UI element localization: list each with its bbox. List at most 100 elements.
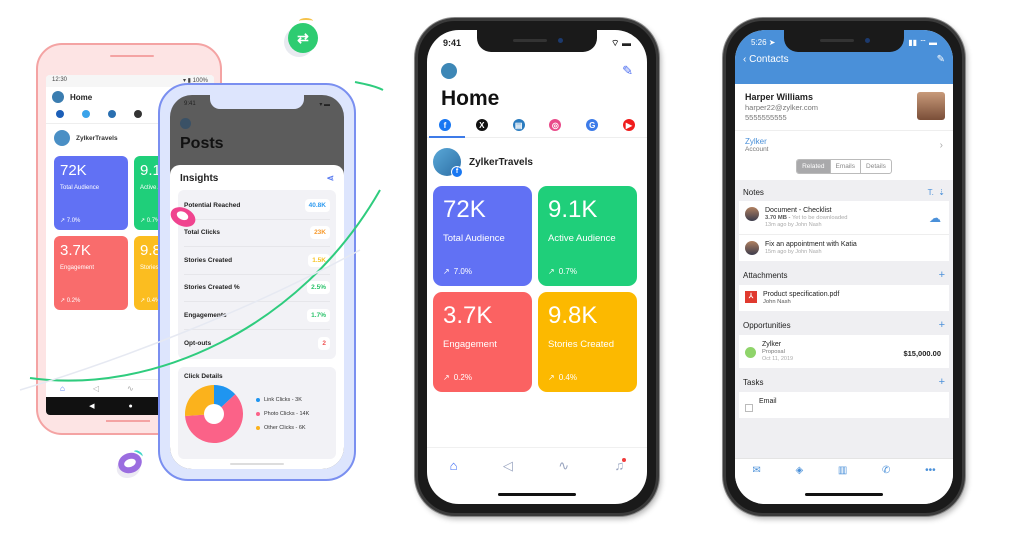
account-row[interactable]: Zylker Account › xyxy=(735,130,953,157)
opportunity-date: Oct 11, 2019 xyxy=(762,356,794,362)
insight-value: 40.8K xyxy=(304,198,330,212)
legend-item: Photo Clicks - 14K xyxy=(256,411,309,417)
trend-up-icon: ↗ xyxy=(443,267,450,276)
note-size: 3.70 MB - Yet to be downloaded xyxy=(765,215,848,221)
tab-youtube[interactable]: ▶ xyxy=(622,119,635,131)
tab-facebook[interactable]: f xyxy=(439,119,451,131)
legend-item: Link Clicks - 3K xyxy=(256,397,309,403)
megaphone-icon[interactable]: ◁ xyxy=(93,384,99,393)
bell-icon[interactable]: ♫ xyxy=(615,458,627,474)
stat-label: Engagement xyxy=(443,339,497,350)
map-icon[interactable]: ▥ xyxy=(838,465,847,504)
home-icon[interactable]: ⌂ xyxy=(60,384,65,393)
contact-photo xyxy=(917,92,945,120)
attachments-list: ⅄ Product specification.pdf John Nash xyxy=(739,285,949,311)
compose-icon[interactable]: ✎ xyxy=(622,63,633,79)
tab-instagram[interactable] xyxy=(134,110,142,118)
tab-x[interactable]: X xyxy=(475,119,488,131)
insight-value: 1.5K xyxy=(308,253,330,267)
edit-pencil-icon[interactable]: ✎ xyxy=(937,54,945,65)
more-icon[interactable]: ••• xyxy=(925,465,936,504)
stat-trend: ↗ 0.7% xyxy=(548,267,577,276)
stat-card-active-audience[interactable]: 9.1K Active Audience ↗ 0.7% xyxy=(538,186,637,286)
megaphone-icon[interactable]: ◁ xyxy=(503,458,513,474)
segment-emails[interactable]: Emails xyxy=(831,160,862,173)
activity-icon[interactable]: ∿ xyxy=(558,458,569,474)
tab-instagram[interactable]: ◎ xyxy=(549,119,562,131)
stat-card[interactable]: 72K Total Audience ↗ 7.0% xyxy=(54,156,128,230)
task-checkbox[interactable] xyxy=(745,404,753,412)
top-bar: ✎ xyxy=(427,57,647,85)
home-button-icon[interactable]: ● xyxy=(128,403,132,410)
stat-trend: ↗ 0.2% xyxy=(60,298,81,304)
insights-header: Insights ⋖ xyxy=(178,173,336,190)
opportunity-item[interactable]: Zylker Proposal Oct 11, 2019 $15,000.00 xyxy=(739,335,949,368)
account-label: Account xyxy=(745,146,769,153)
segment-details[interactable]: Details xyxy=(861,160,891,173)
back-icon[interactable]: ◀ xyxy=(89,402,94,410)
tab-facebook[interactable] xyxy=(56,110,64,118)
stat-card-stories-created[interactable]: 9.8K Stories Created ↗ 0.4% xyxy=(538,292,637,392)
tab-linkedin[interactable]: ▤ xyxy=(512,119,525,131)
stat-card[interactable]: 3.7K Engagement ↗ 0.2% xyxy=(54,236,128,310)
contact-email[interactable]: harper22@zylker.com xyxy=(745,103,943,112)
home-indicator xyxy=(498,493,576,496)
activity-icon[interactable]: ∿ xyxy=(127,384,134,393)
tab-twitter[interactable] xyxy=(82,110,90,118)
sort-icons[interactable]: T. ⇣ xyxy=(928,188,945,197)
click-donut-chart xyxy=(185,385,243,443)
stat-card-total-audience[interactable]: 72K Total Audience ↗ 7.0% xyxy=(433,186,532,286)
stat-value: 72K xyxy=(443,196,486,223)
mail-icon[interactable]: ✉ xyxy=(752,465,760,504)
home-icon[interactable]: ⌂ xyxy=(450,458,458,474)
crm-screen: 5:26 ➤ ▮▮ ⌔ ▬ ‹ Contacts ✎ Harper Willia… xyxy=(735,30,953,504)
add-task-icon[interactable]: + xyxy=(939,376,945,388)
insight-row: Opt-outs 2 xyxy=(184,330,330,358)
profile-name: ZylkerTravels xyxy=(76,134,118,142)
chin-line xyxy=(106,420,150,422)
notes-title: Notes xyxy=(743,188,764,197)
segment-control: Related Emails Details xyxy=(796,159,892,174)
segment-related[interactable]: Related xyxy=(797,160,831,173)
cloud-download-icon[interactable]: ☁ xyxy=(929,211,941,225)
crm-tabbar: ✉ ◈ ▥ ✆ ••• xyxy=(735,458,953,504)
insights-title: Insights xyxy=(180,173,219,184)
status-time: 5:26 ➤ xyxy=(751,38,776,47)
page-title: Home xyxy=(70,92,93,102)
page-title: Posts xyxy=(180,135,224,152)
network-tabs: f X ▤ ◎ G ▶ xyxy=(427,119,647,138)
contact-phone[interactable]: 5555555555 xyxy=(745,113,943,122)
home-screen: 9:41 ⌔ ▬ ✎ Home f X ▤ ◎ G ▶ ZylkerTravel… xyxy=(427,30,647,504)
task-item[interactable]: Email xyxy=(739,392,949,418)
back-button[interactable]: ‹ Contacts xyxy=(743,54,789,65)
note-item[interactable]: Document - Checklist 3.70 MB - Yet to be… xyxy=(739,201,949,235)
tab-linkedin[interactable] xyxy=(108,110,116,118)
add-opportunity-icon[interactable]: + xyxy=(939,319,945,331)
check-shield-icon[interactable]: ◈ xyxy=(795,465,803,504)
avatar xyxy=(54,130,70,146)
contact-card: Harper Williams harper22@zylker.com 5555… xyxy=(735,84,953,130)
phone-icon[interactable]: ✆ xyxy=(882,465,890,504)
stat-card-engagement[interactable]: 3.7K Engagement ↗ 0.2% xyxy=(433,292,532,392)
home-indicator xyxy=(230,463,284,465)
tab-google[interactable]: G xyxy=(586,119,599,131)
brand-logo xyxy=(180,118,191,129)
opportunities-list: Zylker Proposal Oct 11, 2019 $15,000.00 xyxy=(739,335,949,368)
notes-list: Document - Checklist 3.70 MB - Yet to be… xyxy=(739,201,949,261)
trend-up-icon: ↗ xyxy=(60,298,67,304)
avatar xyxy=(433,148,463,178)
signal-battery-icons: ▮▮ ⌔ ▬ xyxy=(908,38,937,47)
note-item[interactable]: Fix an appointment with Katia 15m ago by… xyxy=(739,235,949,261)
insights-list: Potential Reached 40.8K Total Clicks 23K S… xyxy=(178,190,336,359)
insight-row: Stories Created % 2.5% xyxy=(184,275,330,302)
attachment-item[interactable]: ⅄ Product specification.pdf John Nash xyxy=(739,285,949,311)
status-time: 9:41 xyxy=(184,101,196,107)
stat-trend: ↗ 7.0% xyxy=(60,218,81,224)
brand-logo xyxy=(441,63,457,79)
opportunity-amount: $15,000.00 xyxy=(903,349,941,358)
click-details-body: Link Clicks - 3K Photo Clicks - 14K Othe… xyxy=(184,384,330,444)
stat-value: 9.1K xyxy=(548,196,598,223)
speaker xyxy=(110,55,154,57)
add-attachment-icon[interactable]: + xyxy=(939,269,945,281)
share-icon[interactable]: ⋖ xyxy=(326,173,334,184)
